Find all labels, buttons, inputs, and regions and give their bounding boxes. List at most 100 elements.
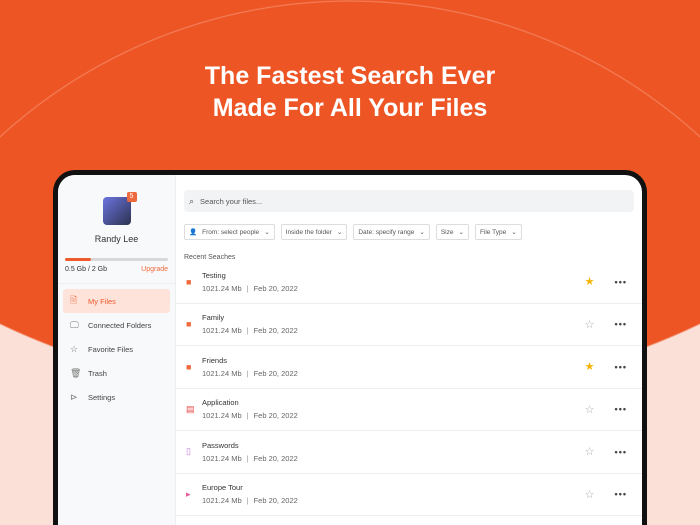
- file-name: Passwords: [202, 440, 239, 450]
- file-row[interactable]: ■ Friends 1021.24 Mb | Feb 20, 2022 ★ •••: [176, 346, 642, 389]
- filter-label: Inside the folder: [285, 228, 332, 236]
- file-date: Feb 20, 2022: [253, 326, 298, 336]
- storage-bar-fill: [65, 258, 91, 261]
- storage-usage: 0.5 Gb / 2 Gb: [65, 266, 108, 273]
- filter-dropdown[interactable]: Size ⌄: [435, 224, 469, 240]
- star-icon[interactable]: ★: [585, 360, 595, 373]
- file-date: Feb 20, 2022: [253, 496, 298, 506]
- search-icon: ⌕: [189, 195, 195, 206]
- file-row[interactable]: ▤ Application 1021.24 Mb | Feb 20, 2022 ☆ •••: [176, 389, 642, 431]
- sidebar-item-label: Connected Folders: [88, 320, 152, 330]
- sidebar-nav: 🗎 My Files 🖵 Connected Folders ☆ Favorite Fil…: [58, 284, 175, 414]
- hero-title: The Fastest Search Ever Made For All Your…: [0, 60, 700, 124]
- chevron-down-icon: ⌄: [336, 229, 343, 236]
- sidebar-item-settings[interactable]: ⊳ Settings: [63, 385, 170, 409]
- file-name: Family: [202, 313, 225, 323]
- star-icon[interactable]: ★: [585, 275, 595, 288]
- person-icon: 👤: [189, 229, 198, 236]
- file-date: Feb 20, 2022: [253, 368, 298, 378]
- filter-label: File Type: [479, 228, 507, 236]
- file-name: Testing: [202, 270, 226, 280]
- chevron-down-icon: ⌄: [458, 229, 464, 236]
- filter-dropdown[interactable]: Inside the folder ⌄: [280, 224, 348, 240]
- file-row[interactable]: ■ Family 1021.24 Mb | Feb 20, 2022 ☆ •••: [176, 304, 642, 346]
- hero-line: The Fastest Search Ever: [204, 62, 496, 90]
- sidebar-item-label: Favorite Files: [88, 344, 134, 354]
- star-icon: ☆: [70, 343, 79, 354]
- filter-dropdown[interactable]: 👤 From: select people ⌄: [184, 224, 275, 240]
- file-icon: 🗎: [70, 295, 78, 305]
- more-options-icon[interactable]: •••: [615, 447, 627, 457]
- recent-searches-heading: Recent Seaches: [184, 254, 236, 261]
- sidebar-item-favorite-files[interactable]: ☆ Favorite Files: [63, 337, 170, 361]
- device-frame: 5 Randy Lee 0.5 Gb / 2 Gb Upgrade 🗎 My Fil…: [53, 170, 647, 525]
- sidebar: 5 Randy Lee 0.5 Gb / 2 Gb Upgrade 🗎 My Fil…: [58, 175, 176, 525]
- monitor-icon: 🖵: [70, 319, 79, 330]
- avatar[interactable]: 5: [102, 192, 137, 225]
- star-icon[interactable]: ☆: [585, 318, 595, 331]
- sidebar-item-label: Settings: [88, 392, 116, 402]
- file-name: Europe Tour: [202, 483, 243, 493]
- trash-icon: 🗑: [70, 367, 82, 378]
- app-screen: 5 Randy Lee 0.5 Gb / 2 Gb Upgrade 🗎 My Fil…: [58, 175, 642, 525]
- file-row[interactable]: ▯ Passwords 1021.24 Mb | Feb 20, 2022 ☆ •••: [176, 431, 642, 474]
- file-size: 1021.24 Mb: [202, 326, 242, 336]
- search-input[interactable]: ⌕ Search your files...: [184, 190, 634, 212]
- sidebar-item-label: Trash: [88, 368, 107, 378]
- chevron-down-icon: ⌄: [419, 229, 425, 236]
- file-name: Friends: [202, 355, 228, 365]
- star-icon[interactable]: ☆: [585, 488, 595, 501]
- chevron-down-icon: ⌄: [264, 229, 270, 236]
- filter-dropdown[interactable]: Date: specify range ⌄: [353, 224, 430, 240]
- folder-icon: ■: [186, 361, 192, 372]
- more-options-icon[interactable]: •••: [615, 362, 627, 372]
- file-date: Feb 20, 2022: [253, 411, 298, 421]
- filter-bar: 👤 From: select people ⌄ Inside the folder ⌄ D…: [184, 224, 634, 240]
- play-circle-icon: ⊳: [70, 391, 78, 402]
- file-size: 1021.24 Mb: [202, 411, 242, 421]
- user-name: Randy Lee: [94, 234, 139, 244]
- document-icon: ▯: [186, 446, 191, 457]
- notification-badge: 5: [126, 192, 137, 202]
- filter-label: Date: specify range: [358, 228, 415, 236]
- chevron-down-icon: ⌄: [511, 229, 517, 236]
- storage-bar: [65, 258, 168, 261]
- divider: |: [246, 283, 249, 293]
- file-size: 1021.24 Mb: [202, 496, 242, 506]
- divider: |: [246, 453, 249, 463]
- file-row[interactable]: ■ Testing 1021.24 Mb | Feb 20, 2022 ★ •••: [176, 261, 642, 304]
- main-content: ⌕ Search your files... 👤 From: select peop…: [176, 175, 642, 525]
- more-options-icon[interactable]: •••: [615, 404, 627, 414]
- more-options-icon[interactable]: •••: [615, 489, 627, 499]
- divider: |: [246, 326, 249, 336]
- search-placeholder: Search your files...: [200, 196, 263, 206]
- file-date: Feb 20, 2022: [253, 283, 298, 293]
- star-icon[interactable]: ☆: [585, 445, 595, 458]
- file-list: ■ Testing 1021.24 Mb | Feb 20, 2022 ★ ••• ■ Fami…: [176, 261, 642, 516]
- file-row[interactable]: ▸ Europe Tour 1021.24 Mb | Feb 20, 2022 ☆ •••: [176, 474, 642, 516]
- hero-line: Made For All Your Files: [212, 94, 488, 122]
- upgrade-link[interactable]: Upgrade: [141, 266, 168, 273]
- sidebar-item-my-files[interactable]: 🗎 My Files: [63, 289, 170, 313]
- star-icon[interactable]: ☆: [585, 403, 595, 416]
- folder-icon: ■: [186, 319, 192, 330]
- file-name: Application: [202, 398, 239, 408]
- filter-label: Size: [440, 228, 454, 236]
- video-file-icon: ▸: [186, 488, 191, 499]
- file-size: 1021.24 Mb: [202, 368, 242, 378]
- sidebar-item-label: My Files: [88, 296, 116, 306]
- file-size: 1021.24 Mb: [202, 453, 242, 463]
- filter-label: From: select people: [202, 228, 260, 236]
- sidebar-item-connected-folders[interactable]: 🖵 Connected Folders: [63, 313, 170, 337]
- more-options-icon[interactable]: •••: [615, 277, 627, 287]
- filter-dropdown[interactable]: File Type ⌄: [474, 224, 522, 240]
- sidebar-item-trash[interactable]: 🗑 Trash: [63, 361, 170, 385]
- divider: |: [246, 496, 249, 506]
- folder-icon: ■: [186, 276, 192, 287]
- more-options-icon[interactable]: •••: [615, 319, 627, 329]
- pdf-icon: ▤: [186, 403, 195, 414]
- file-date: Feb 20, 2022: [253, 453, 298, 463]
- divider: |: [246, 368, 249, 378]
- file-size: 1021.24 Mb: [202, 283, 242, 293]
- divider: |: [246, 411, 249, 421]
